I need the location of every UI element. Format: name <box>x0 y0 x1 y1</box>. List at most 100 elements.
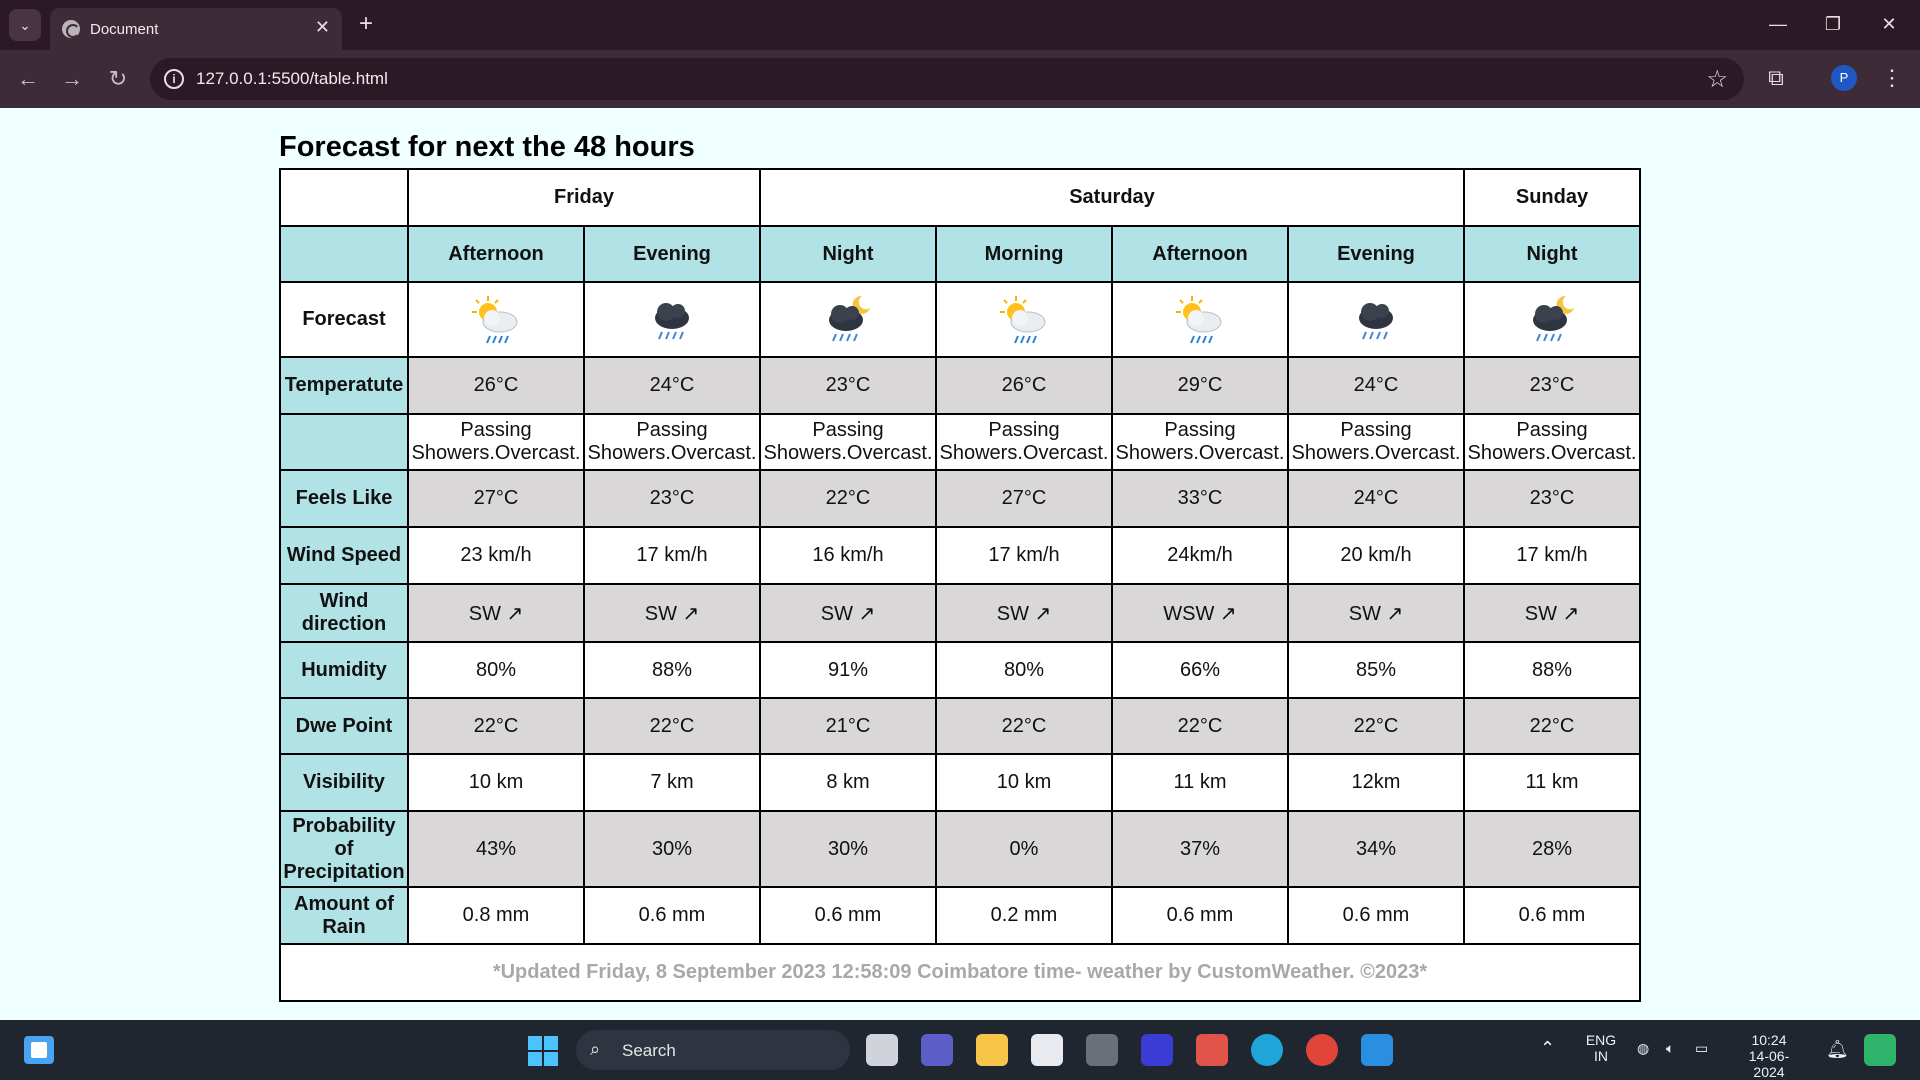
description-line1: Passing <box>636 419 708 441</box>
windows-start-icon[interactable] <box>528 1036 558 1066</box>
period-cell: Evening <box>583 225 761 283</box>
file-explorer-icon[interactable] <box>976 1034 1008 1066</box>
description-line2: Showers.Overcast. <box>411 442 581 464</box>
sun-cloud-rain-icon <box>472 295 518 343</box>
dew-point-cell: 22°C <box>1111 697 1289 755</box>
url-text[interactable]: 127.0.0.1:5500/table.html <box>196 69 388 89</box>
teams-icon[interactable] <box>921 1034 953 1066</box>
temperature-cell: 26°C <box>407 356 585 415</box>
profile-avatar[interactable]: P <box>1831 65 1857 91</box>
extensions-puzzle-icon[interactable]: ⧉ <box>1762 64 1790 92</box>
app-m-icon[interactable] <box>1141 1034 1173 1066</box>
precip-probability-cell: 0% <box>935 810 1113 888</box>
clock[interactable]: 10:24 14-06-2024 <box>1734 1032 1804 1080</box>
chevron-up-icon[interactable]: ⌃ <box>1540 1038 1555 1059</box>
humidity-row: Humidity 80% 88% 91% 80% 66% 85% 88% <box>279 641 1641 699</box>
wind-direction-cell: SW ↗ <box>1463 583 1641 643</box>
moon-cloud-rain-icon <box>829 295 870 341</box>
row-label-visibility: Visibility <box>279 753 409 812</box>
new-tab-button[interactable]: + <box>352 10 380 38</box>
bookmark-star-icon[interactable]: ☆ <box>1706 65 1728 94</box>
task-view-icon[interactable] <box>866 1034 898 1066</box>
address-bar[interactable]: i 127.0.0.1:5500/table.html ☆ <box>150 58 1744 100</box>
humidity-cell: 88% <box>583 641 761 699</box>
period-cell: Night <box>1463 225 1641 283</box>
tab-close-icon[interactable]: ✕ <box>315 17 330 38</box>
description-line2: Showers.Overcast. <box>763 442 933 464</box>
window-close-button[interactable]: ✕ <box>1869 10 1909 38</box>
reload-icon[interactable]: ↻ <box>103 64 133 94</box>
wind-direction-cell: WSW ↗ <box>1111 583 1289 643</box>
language-code: ENG <box>1585 1032 1617 1048</box>
row-label-wind-speed: Wind Speed <box>279 526 409 585</box>
row-label-feels-like: Feels Like <box>279 469 409 528</box>
rain-amount-cell: 0.6 mm <box>1463 886 1641 945</box>
temperature-cell: 29°C <box>1111 356 1289 415</box>
empty-description-label <box>279 413 409 471</box>
description-line2: Showers.Overcast. <box>939 442 1109 464</box>
wind-speed-cell: 24km/h <box>1111 526 1289 585</box>
restore-button[interactable]: ❐ <box>1813 10 1853 38</box>
description-line1: Passing <box>1516 419 1588 441</box>
tab-search-button[interactable]: ⌄ <box>9 9 41 41</box>
browser-tab[interactable]: Document ✕ <box>50 8 342 50</box>
humidity-cell: 91% <box>759 641 937 699</box>
page-title: Forecast for next the 48 hours <box>279 131 695 163</box>
sun-cloud-rain-icon <box>1176 295 1222 343</box>
description-line1: Passing <box>1164 419 1236 441</box>
humidity-cell: 66% <box>1111 641 1289 699</box>
feels-like-cell: 33°C <box>1111 469 1289 528</box>
forward-arrow-icon[interactable]: → <box>57 64 87 94</box>
period-cell: Afternoon <box>407 225 585 283</box>
microsoft-store-icon[interactable] <box>1031 1034 1063 1066</box>
minimize-button[interactable]: — <box>1758 10 1798 38</box>
visibility-row: Visibility 10 km 7 km 8 km 10 km 11 km 1… <box>279 753 1641 812</box>
visibility-cell: 8 km <box>759 753 937 812</box>
volume-icon[interactable]: 🔈︎ <box>1666 1040 1674 1057</box>
rain-amount-cell: 0.6 mm <box>583 886 761 945</box>
network-icon[interactable]: ◍ <box>1637 1040 1649 1057</box>
taskbar-search-label: Search <box>622 1041 676 1060</box>
humidity-cell: 80% <box>407 641 585 699</box>
precip-probability-cell: 43% <box>407 810 585 888</box>
empty-period-header <box>279 225 409 283</box>
back-arrow-icon[interactable]: ← <box>13 64 43 94</box>
day-saturday: Saturday <box>759 168 1465 227</box>
forecast-icon-cell <box>1287 281 1465 358</box>
row-label-precip-probability: Probability of Precipitation <box>279 810 409 888</box>
chrome-icon[interactable] <box>1306 1034 1338 1066</box>
precip-probability-cell: 34% <box>1287 810 1465 888</box>
description-line1: Passing <box>988 419 1060 441</box>
period-cell: Morning <box>935 225 1113 283</box>
wind-speed-cell: 23 km/h <box>407 526 585 585</box>
widgets-icon[interactable] <box>24 1036 54 1064</box>
notification-bell-icon[interactable]: 🔔︎ <box>1826 1039 1849 1060</box>
wind-direction-row: Wind direction SW ↗ SW ↗ SW ↗ SW ↗ WSW ↗… <box>279 583 1641 643</box>
figma-icon[interactable] <box>1196 1034 1228 1066</box>
dew-point-cell: 22°C <box>1463 697 1641 755</box>
copilot-icon[interactable] <box>1864 1034 1896 1066</box>
app-hex-icon[interactable] <box>1086 1034 1118 1066</box>
wind-speed-cell: 16 km/h <box>759 526 937 585</box>
dew-point-cell: 22°C <box>583 697 761 755</box>
day-friday: Friday <box>407 168 761 227</box>
row-label-temperature: Temperatute <box>279 356 409 415</box>
rain-amount-cell: 0.6 mm <box>759 886 937 945</box>
temperature-cell: 23°C <box>1463 356 1641 415</box>
language-indicator[interactable]: ENG IN <box>1583 1032 1619 1064</box>
wind-direction-cell: SW ↗ <box>759 583 937 643</box>
vscode-icon[interactable] <box>1361 1034 1393 1066</box>
globe-icon <box>62 20 80 38</box>
feels-like-row: Feels Like 27°C 23°C 22°C 27°C 33°C 24°C… <box>279 469 1641 528</box>
battery-icon[interactable]: ▭ <box>1695 1040 1708 1057</box>
rain-amount-cell: 0.8 mm <box>407 886 585 945</box>
moon-cloud-rain-icon <box>1533 295 1574 341</box>
edge-icon[interactable] <box>1251 1034 1283 1066</box>
taskbar-search-box[interactable]: ⌕ Search <box>576 1030 850 1070</box>
period-cell: Afternoon <box>1111 225 1289 283</box>
row-label-dew-point: Dwe Point <box>279 697 409 755</box>
feels-like-cell: 24°C <box>1287 469 1465 528</box>
site-info-icon[interactable]: i <box>164 69 184 89</box>
browser-menu-icon[interactable]: ⋮ <box>1880 64 1904 92</box>
wind-speed-cell: 17 km/h <box>935 526 1113 585</box>
